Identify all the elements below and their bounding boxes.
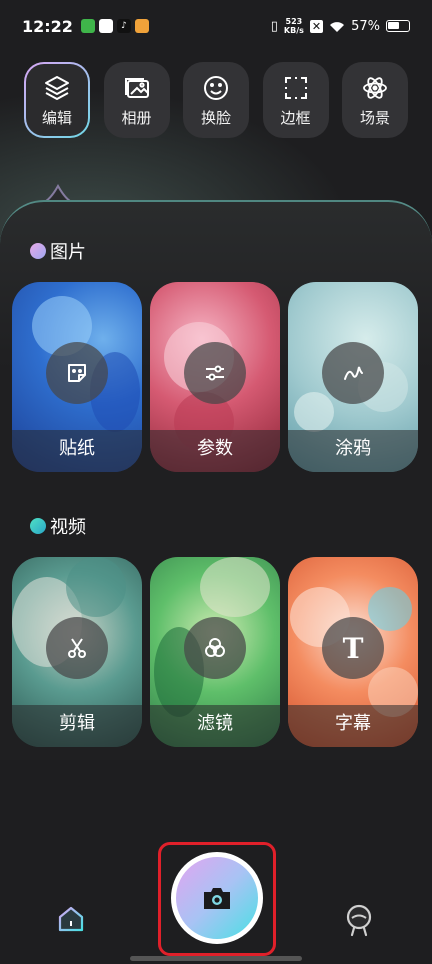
doodle-icon xyxy=(344,366,363,380)
decor-bubble xyxy=(368,587,412,631)
card-filter[interactable]: 滤镜 xyxy=(150,557,280,747)
battery-percent: 57% xyxy=(351,18,380,34)
decor-bubble xyxy=(200,557,270,617)
tool-faceswap[interactable]: 换脸 xyxy=(183,62,249,138)
decor-bubble xyxy=(66,557,126,617)
battery-icon xyxy=(386,20,410,32)
sticker-icon xyxy=(68,364,86,382)
tool-label: 换脸 xyxy=(200,108,231,127)
cut-button xyxy=(46,617,108,679)
tool-gallery[interactable]: 相册 xyxy=(103,62,170,138)
card-cut[interactable]: 剪辑 xyxy=(12,557,142,747)
status-right: ▯ 523 KB/s ✕ 57% xyxy=(271,17,410,35)
tool-label: 场景 xyxy=(359,108,390,127)
wifi-icon xyxy=(330,21,345,32)
card-label: 字幕 xyxy=(288,705,418,747)
tool-scene[interactable]: 场景 xyxy=(342,62,408,138)
filter-button xyxy=(184,617,246,679)
home-icon[interactable] xyxy=(56,904,86,934)
vibrate-icon: ▯ xyxy=(270,18,278,34)
tool-label: 相册 xyxy=(121,108,152,127)
section-video-title: 视频 xyxy=(30,513,86,539)
picture-cards: 贴纸 参数 涂鸦 xyxy=(12,282,418,472)
video-cards: 剪辑 滤镜 T 字幕 xyxy=(12,557,418,747)
card-sticker[interactable]: 贴纸 xyxy=(12,282,142,472)
tiktok-icon: ♪ xyxy=(116,19,131,33)
tool-label: 边框 xyxy=(280,108,311,127)
card-doodle[interactable]: 涂鸦 xyxy=(288,282,418,472)
tool-frame[interactable]: 边框 xyxy=(262,62,329,138)
layers-icon xyxy=(45,75,69,100)
tool-edit[interactable]: 编辑 xyxy=(24,62,90,138)
section-dot xyxy=(30,518,46,534)
scissors-icon xyxy=(68,638,86,658)
card-label: 贴纸 xyxy=(12,430,142,472)
net-speed: 523 KB/s xyxy=(283,17,304,35)
section-dot xyxy=(30,243,46,259)
card-label: 滤镜 xyxy=(150,705,280,747)
tool-label: 编辑 xyxy=(41,108,72,127)
doodle-button xyxy=(322,342,384,404)
card-label: 参数 xyxy=(150,430,280,472)
sticker-button xyxy=(46,342,108,404)
card-params[interactable]: 参数 xyxy=(150,282,280,472)
subtitle-button: T xyxy=(322,617,384,679)
params-button xyxy=(184,342,246,404)
camera-icon xyxy=(204,888,230,909)
status-time: 12:22 xyxy=(22,16,73,36)
home-indicator xyxy=(130,956,302,961)
atom-icon xyxy=(363,76,387,99)
nfc-icon: ✕ xyxy=(309,19,324,33)
profile-icon[interactable] xyxy=(344,904,374,938)
camera-shutter-button[interactable] xyxy=(171,852,263,944)
smile-icon xyxy=(204,75,228,100)
sliders-icon xyxy=(206,365,224,381)
gallery-icon xyxy=(124,77,149,98)
card-subtitle[interactable]: T 字幕 xyxy=(288,557,418,747)
filter-icon xyxy=(205,638,225,657)
card-label: 涂鸦 xyxy=(288,430,418,472)
edit-toolbar: 编辑 相册 换脸 边框 场景 xyxy=(24,62,408,138)
text-icon: T xyxy=(342,631,364,665)
section-picture-title: 图片 xyxy=(30,238,86,264)
decor-bubble xyxy=(294,392,334,432)
status-bar: 12:22 ♪ ▯ 523 KB/s ✕ 57% xyxy=(0,0,432,52)
frame-icon xyxy=(284,76,307,99)
card-label: 剪辑 xyxy=(12,705,142,747)
notification-icons: ♪ xyxy=(80,19,149,33)
app-notification-icon xyxy=(80,19,95,33)
weibo-icon xyxy=(134,19,149,33)
app-notification-icon xyxy=(98,19,113,33)
